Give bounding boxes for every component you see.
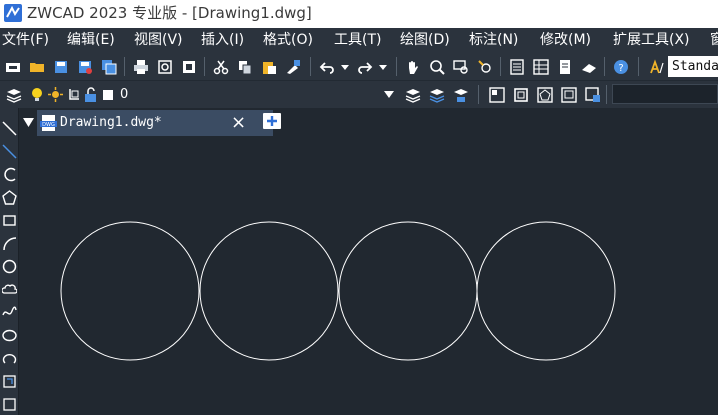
match-properties-icon[interactable] (282, 56, 303, 77)
close-tab-icon[interactable]: × (231, 112, 246, 134)
design-center-icon[interactable] (530, 56, 551, 77)
object-viewport-icon[interactable] (558, 84, 579, 105)
menu-view[interactable]: 视图(V) (134, 28, 183, 53)
open-folder-icon[interactable] (26, 56, 47, 77)
viewport-scale-field[interactable] (612, 84, 718, 104)
toolbar-separator (500, 57, 501, 76)
ellipse-icon[interactable] (0, 325, 18, 345)
save-icon[interactable] (50, 56, 71, 77)
new-tab-button[interactable] (263, 113, 281, 129)
properties-icon[interactable] (506, 56, 527, 77)
menu-dimension[interactable]: 标注(N) (469, 28, 518, 53)
polyline-icon[interactable] (0, 164, 18, 184)
toolbar-separator (396, 57, 397, 76)
insert-block-icon[interactable] (0, 371, 18, 391)
layer-thaw-sun-icon (48, 87, 63, 102)
menu-insert[interactable]: 插入(I) (201, 28, 244, 53)
document-tab-bar: DWG Drawing1.dwg* × (19, 108, 718, 136)
layer-previous-icon[interactable] (426, 84, 447, 105)
menu-tools[interactable]: 工具(T) (334, 28, 381, 53)
layer-states-icon[interactable] (450, 84, 471, 105)
print-preview-icon[interactable] (154, 56, 175, 77)
drawing-canvas[interactable] (19, 136, 718, 415)
tab-list-dropdown-icon[interactable] (23, 118, 34, 127)
zoom-realtime-icon[interactable] (426, 56, 447, 77)
circle-entity[interactable] (338, 221, 478, 361)
standard-toolbar: ? Standa (0, 53, 718, 80)
layout-viewports-icon[interactable] (486, 84, 507, 105)
menu-draw[interactable]: 绘图(D) (400, 28, 450, 53)
menu-format[interactable]: 格式(O) (263, 28, 313, 53)
toolbar-separator (606, 85, 607, 104)
layer-unlock-icon (85, 87, 96, 102)
construction-line-icon[interactable] (0, 141, 18, 161)
layer-dropdown[interactable]: 0 (28, 84, 398, 105)
layer-viewport-icon (69, 89, 79, 100)
line-icon[interactable] (0, 118, 18, 138)
zoom-previous-icon[interactable] (474, 56, 495, 77)
chevron-down-icon[interactable] (384, 91, 394, 98)
spline-icon[interactable] (0, 302, 18, 322)
menu-file[interactable]: 文件(F) (2, 28, 49, 53)
layer-manager-icon[interactable] (3, 84, 24, 105)
polygon-icon[interactable] (0, 187, 18, 207)
layer-color-swatch (103, 90, 113, 100)
toolbar-separator (604, 57, 605, 76)
title-bar: ZWCAD 2023 专业版 - [Drawing1.dwg] (0, 0, 718, 28)
arc-icon[interactable] (0, 233, 18, 253)
circle-icon[interactable] (0, 256, 18, 276)
menu-edit[interactable]: 编辑(E) (67, 28, 115, 53)
menu-bar: 文件(F) 编辑(E) 视图(V) 插入(I) 格式(O) 工具(T) 绘图(D… (0, 28, 718, 53)
circle-entity[interactable] (476, 221, 616, 361)
make-block-icon[interactable] (0, 394, 18, 414)
tool-palettes-icon[interactable] (554, 56, 575, 77)
ellipse-arc-icon[interactable] (0, 348, 18, 368)
text-style-selector[interactable]: Standa (668, 56, 718, 77)
toolbar-separator (478, 85, 479, 104)
menu-window[interactable]: 窗 (710, 28, 718, 53)
cut-icon[interactable] (210, 56, 231, 77)
menu-express-tools[interactable]: 扩展工具(X) (613, 28, 690, 53)
text-style-icon[interactable] (645, 56, 666, 77)
zoom-window-icon[interactable] (450, 56, 471, 77)
layer-on-bulb-icon (32, 88, 42, 101)
toolbar-separator (204, 57, 205, 76)
current-layer-name: 0 (120, 87, 129, 102)
dwg-file-icon: DWG (40, 115, 57, 131)
help-icon[interactable]: ? (610, 56, 631, 77)
clip-viewport-icon[interactable] (582, 84, 603, 105)
tab-drawing1[interactable]: DWG Drawing1.dwg* × (37, 110, 273, 136)
rectangle-icon[interactable] (0, 210, 18, 230)
window-title: ZWCAD 2023 专业版 - [Drawing1.dwg] (27, 4, 312, 22)
plus-icon (267, 116, 277, 126)
circle-entity[interactable] (199, 221, 339, 361)
draw-toolbar (0, 108, 19, 415)
single-viewport-icon[interactable] (510, 84, 531, 105)
revision-cloud-icon[interactable] (0, 279, 18, 299)
toolbar-separator (638, 57, 639, 76)
save-as-icon[interactable] (74, 56, 95, 77)
new-file-icon[interactable] (2, 56, 23, 77)
make-object-layer-current-icon[interactable] (402, 84, 423, 105)
pan-hand-icon[interactable] (402, 56, 423, 77)
circle-entity[interactable] (60, 221, 200, 361)
redo-dropdown-icon[interactable] (372, 56, 393, 77)
copy-icon[interactable] (234, 56, 255, 77)
menu-modify[interactable]: 修改(M) (540, 28, 591, 53)
toolbar-separator (310, 57, 311, 76)
svg-text:DWG: DWG (42, 122, 55, 128)
toolbar-separator (124, 57, 125, 76)
layers-toolbar: 0 (0, 80, 718, 108)
svg-text:?: ? (618, 63, 623, 74)
publish-icon[interactable] (178, 56, 199, 77)
zwcad-logo-icon (4, 4, 22, 22)
save-all-icon[interactable] (98, 56, 119, 77)
polygonal-viewport-icon[interactable] (534, 84, 555, 105)
print-icon[interactable] (130, 56, 151, 77)
undo-dropdown-icon[interactable] (334, 56, 355, 77)
quick-calc-icon[interactable] (578, 56, 599, 77)
tab-label: Drawing1.dwg* (60, 115, 162, 130)
paste-icon[interactable] (258, 56, 279, 77)
